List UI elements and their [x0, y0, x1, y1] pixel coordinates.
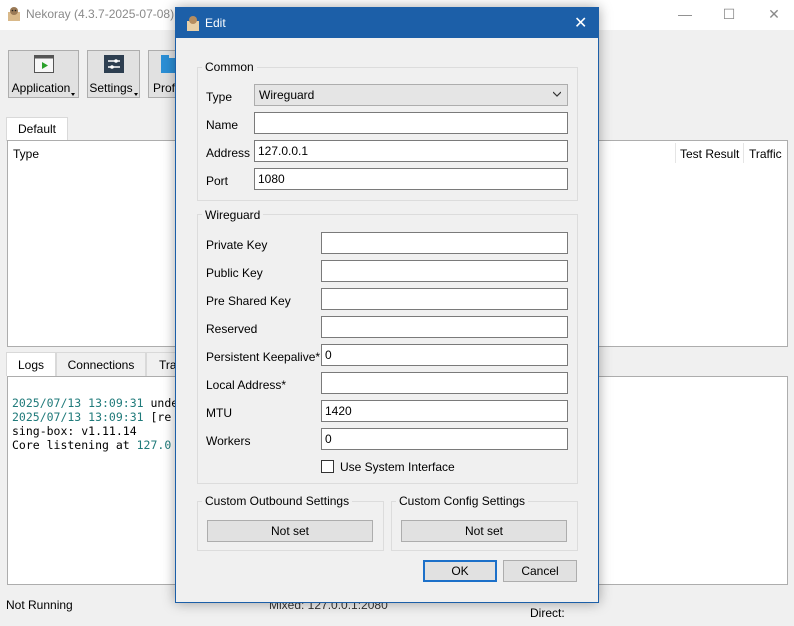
type-select[interactable]: Wireguard: [254, 84, 568, 106]
local-address-label: Local Address*: [206, 378, 287, 392]
column-header-test-result[interactable]: Test Result: [680, 147, 739, 161]
nekoray-app-icon: [187, 16, 199, 31]
tab-connections[interactable]: Connections: [56, 352, 146, 376]
address-input[interactable]: 127.0.0.1: [254, 140, 568, 162]
wireguard-group-title: Wireguard: [202, 208, 264, 222]
column-header-type[interactable]: Type: [13, 147, 39, 161]
persistent-keepalive-label: Persistent Keepalive*: [206, 350, 321, 364]
dialog-title: Edit: [205, 16, 226, 30]
workers-input[interactable]: 0: [321, 428, 568, 450]
mtu-label: MTU: [206, 406, 232, 420]
reserved-input[interactable]: [321, 316, 568, 338]
cancel-button[interactable]: Cancel: [503, 560, 577, 582]
tab-logs[interactable]: Logs: [6, 352, 56, 376]
use-system-interface-label[interactable]: Use System Interface: [340, 460, 455, 474]
address-label: Address: [206, 146, 251, 160]
custom-outbound-title: Custom Outbound Settings: [202, 494, 353, 508]
maximize-icon[interactable]: ☐: [719, 4, 739, 24]
pre-shared-key-input[interactable]: [321, 288, 568, 310]
chevron-down-icon: [553, 91, 561, 97]
public-key-label: Public Key: [206, 266, 263, 280]
core-status: Not Running: [6, 598, 73, 612]
pre-shared-key-label: Pre Shared Key: [206, 294, 291, 308]
application-menu-button[interactable]: Application: [8, 50, 79, 98]
reserved-label: Reserved: [206, 322, 258, 336]
close-icon[interactable]: ✕: [574, 13, 587, 33]
custom-config-button[interactable]: Not set: [401, 520, 567, 542]
direct-status: Direct:: [530, 606, 565, 620]
nekoray-app-icon: [8, 7, 20, 21]
mtu-input[interactable]: 1420: [321, 400, 568, 422]
log-line: 2025/07/13 13:09:31 [re: [12, 410, 172, 424]
use-system-interface-checkbox[interactable]: [321, 460, 334, 473]
main-window-title: Nekoray (4.3.7-2025-07-08): [26, 7, 175, 21]
custom-config-title: Custom Config Settings: [396, 494, 529, 508]
close-icon[interactable]: ✕: [764, 4, 784, 24]
type-select-value: Wireguard: [259, 88, 315, 102]
minimize-icon[interactable]: —: [675, 4, 695, 24]
public-key-input[interactable]: [321, 260, 568, 282]
persistent-keepalive-input[interactable]: 0: [321, 344, 568, 366]
log-line: sing-box: v1.11.14: [12, 424, 137, 438]
custom-outbound-button[interactable]: Not set: [207, 520, 373, 542]
port-label: Port: [206, 174, 229, 188]
dialog-titlebar[interactable]: Edit ✕: [176, 8, 598, 38]
private-key-label: Private Key: [206, 238, 268, 252]
column-header-traffic[interactable]: Traffic: [749, 147, 782, 161]
play-window-icon: [33, 55, 54, 73]
type-label: Type: [206, 90, 233, 104]
port-input[interactable]: 1080: [254, 168, 568, 190]
private-key-input[interactable]: [321, 232, 568, 254]
local-address-input[interactable]: [321, 372, 568, 394]
workers-label: Workers: [206, 434, 251, 448]
common-group-title: Common: [202, 60, 257, 74]
settings-panel-icon: [103, 55, 124, 73]
log-line: 2025/07/13 13:09:31 unde: [12, 396, 179, 410]
log-line: Core listening at 127.0: [12, 438, 172, 452]
name-label: Name: [206, 118, 239, 132]
group-tab-default[interactable]: Default: [6, 117, 68, 141]
settings-menu-label: Settings: [89, 81, 133, 95]
settings-menu-button[interactable]: Settings: [87, 50, 140, 98]
ok-button[interactable]: OK: [423, 560, 497, 582]
application-menu-label: Application: [11, 81, 71, 95]
name-input[interactable]: [254, 112, 568, 134]
edit-dialog: Edit ✕ Common Type Wireguard Name Addres…: [175, 7, 599, 603]
